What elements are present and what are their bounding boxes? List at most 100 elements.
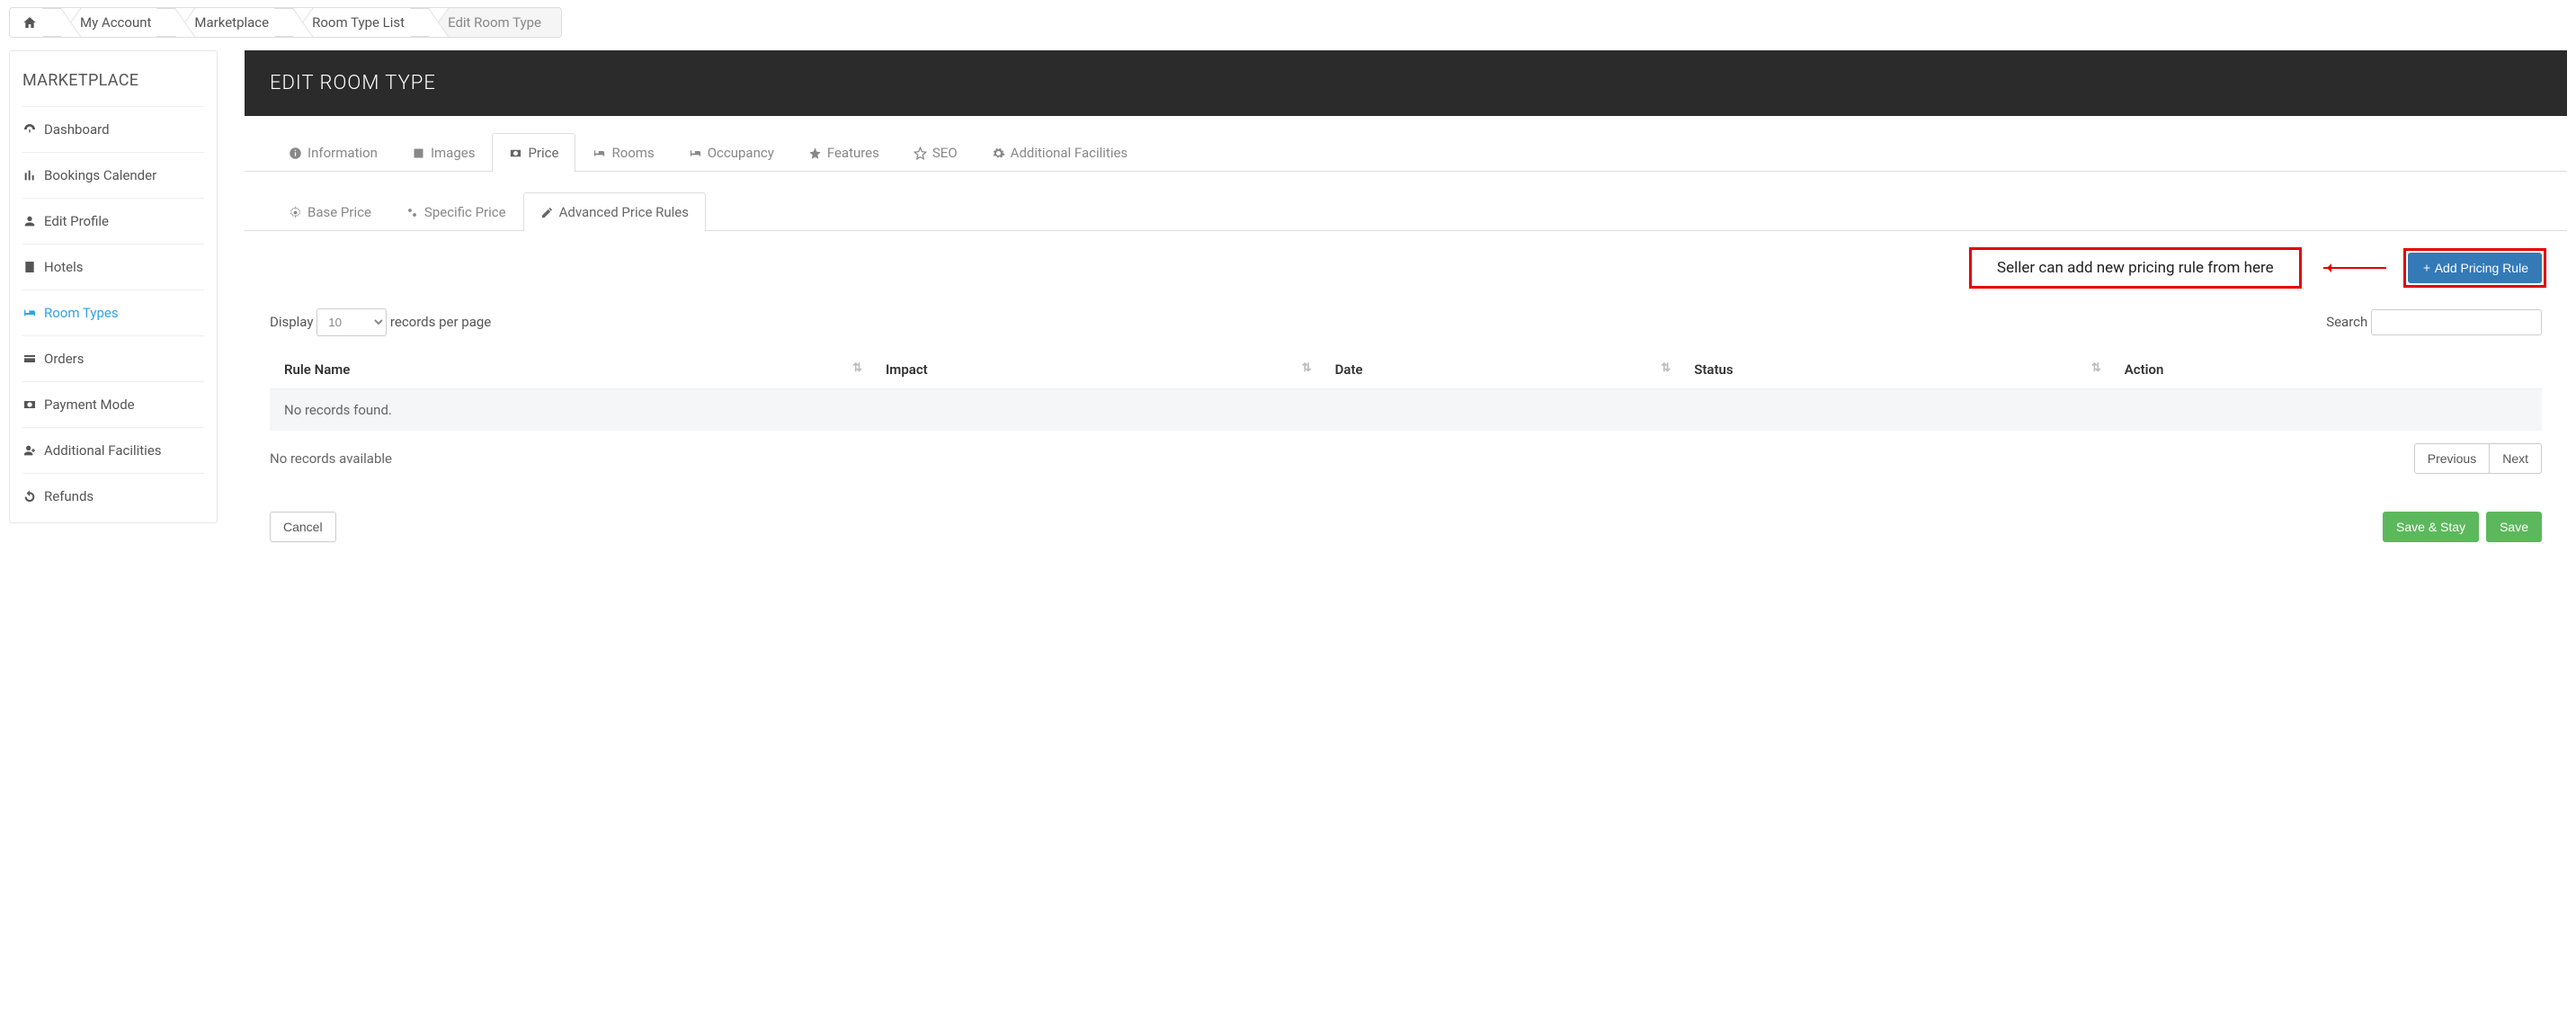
save-button[interactable]: Save xyxy=(2486,512,2542,542)
col-impact[interactable]: Impact xyxy=(871,351,1321,389)
sidebar-item-label: Edit Profile xyxy=(44,213,109,229)
sidebar-item-label: Bookings Calender xyxy=(44,167,156,183)
home-icon xyxy=(22,15,37,30)
annotation-callout: Seller can add new pricing rule from her… xyxy=(1969,247,2302,289)
col-rule-name[interactable]: Rule Name xyxy=(270,351,871,389)
search-input[interactable] xyxy=(2371,309,2542,335)
subtab-advanced-rules[interactable]: Advanced Price Rules xyxy=(523,192,706,231)
col-action: Action xyxy=(2110,351,2542,389)
tab-label: Price xyxy=(528,145,558,161)
sidebar-item-payment[interactable]: Payment Mode xyxy=(22,382,204,428)
tab-label: Features xyxy=(827,145,879,161)
tab-features[interactable]: Features xyxy=(791,133,896,172)
gear-icon xyxy=(992,147,1005,160)
money-icon xyxy=(22,397,37,412)
sidebar-item-room-types[interactable]: Room Types xyxy=(22,290,204,336)
tab-rooms[interactable]: Rooms xyxy=(575,133,671,172)
sidebar-item-label: Additional Facilities xyxy=(44,442,162,459)
gears-icon xyxy=(406,206,419,219)
col-date[interactable]: Date xyxy=(1321,351,1680,389)
sidebar-item-facilities[interactable]: Additional Facilities xyxy=(22,428,204,474)
search-label: Search xyxy=(2326,314,2367,330)
bed-icon xyxy=(593,147,606,160)
subtab-specific-price[interactable]: Specific Price xyxy=(388,192,523,231)
tab-label: Images xyxy=(431,145,476,161)
tab-additional-facilities[interactable]: Additional Facilities xyxy=(975,133,1145,172)
chart-icon xyxy=(22,168,37,183)
sidebar-item-bookings[interactable]: Bookings Calender xyxy=(22,153,204,199)
subtab-label: Advanced Price Rules xyxy=(559,204,689,220)
tab-label: Additional Facilities xyxy=(1011,145,1128,161)
user-icon xyxy=(22,214,37,228)
pagination: Previous Next xyxy=(2414,443,2542,474)
per-page-select[interactable]: 10 xyxy=(316,308,387,336)
sidebar-item-label: Refunds xyxy=(44,488,94,504)
tab-label: Rooms xyxy=(611,145,654,161)
sidebar-item-label: Room Types xyxy=(44,305,119,321)
breadcrumb-item[interactable]: Marketplace xyxy=(171,8,289,37)
subtab-label: Base Price xyxy=(308,204,371,220)
tab-label: Occupancy xyxy=(708,145,774,161)
sidebar-item-label: Payment Mode xyxy=(44,397,135,413)
building-icon xyxy=(22,260,37,274)
tab-images[interactable]: Images xyxy=(395,133,493,172)
display-label: Display xyxy=(270,314,313,330)
cancel-button[interactable]: Cancel xyxy=(270,512,336,542)
breadcrumb: My Account Marketplace Room Type List Ed… xyxy=(9,7,562,38)
table-empty-row: No records found. xyxy=(270,389,2542,432)
user-plus-icon xyxy=(22,443,37,458)
breadcrumb-home[interactable] xyxy=(10,8,57,37)
breadcrumb-current: Edit Room Type xyxy=(424,8,561,37)
sidebar-title: MARKETPLACE xyxy=(22,55,204,107)
card-icon xyxy=(22,352,37,366)
sidebar-item-orders[interactable]: Orders xyxy=(22,336,204,382)
money-icon xyxy=(509,147,522,160)
refresh-icon xyxy=(22,489,37,504)
gear-icon xyxy=(289,206,302,219)
sidebar-item-dashboard[interactable]: Dashboard xyxy=(22,107,204,153)
sidebar-item-hotels[interactable]: Hotels xyxy=(22,245,204,290)
bed-icon xyxy=(689,147,702,160)
prev-button[interactable]: Previous xyxy=(2414,443,2490,474)
display-label-post: records per page xyxy=(390,314,491,330)
sidebar-item-refunds[interactable]: Refunds xyxy=(22,474,204,519)
sidebar: MARKETPLACE Dashboard Bookings Calender … xyxy=(9,50,218,523)
annotation-arrow xyxy=(2323,267,2386,269)
bed-icon xyxy=(22,306,37,320)
tab-bar: Information Images Price Rooms Occupancy xyxy=(245,132,2567,172)
breadcrumb-item[interactable]: My Account xyxy=(57,8,171,37)
main-panel: EDIT ROOM TYPE Information Images Price xyxy=(245,50,2567,560)
dashboard-icon xyxy=(22,122,37,137)
sidebar-item-label: Orders xyxy=(44,351,85,367)
sidebar-item-label: Hotels xyxy=(44,259,84,275)
per-page-control: Display 10 records per page xyxy=(270,308,491,336)
tab-occupancy[interactable]: Occupancy xyxy=(672,133,791,172)
add-pricing-rule-button[interactable]: Add Pricing Rule xyxy=(2408,253,2542,283)
table-header-row: Rule Name Impact Date Status Action xyxy=(270,351,2542,389)
plus-icon xyxy=(2421,263,2432,273)
search-control: Search xyxy=(2326,309,2542,335)
button-label: Add Pricing Rule xyxy=(2435,261,2528,275)
save-stay-button[interactable]: Save & Stay xyxy=(2383,512,2479,542)
next-button[interactable]: Next xyxy=(2490,443,2542,474)
subtab-base-price[interactable]: Base Price xyxy=(272,192,388,231)
tab-information[interactable]: Information xyxy=(272,133,395,172)
page-title: EDIT ROOM TYPE xyxy=(245,50,2567,116)
image-icon xyxy=(412,147,425,160)
tab-label: SEO xyxy=(932,145,958,161)
tab-seo[interactable]: SEO xyxy=(896,133,975,172)
rules-table: Rule Name Impact Date Status Action No r… xyxy=(270,351,2542,431)
sidebar-item-profile[interactable]: Edit Profile xyxy=(22,199,204,245)
breadcrumb-item[interactable]: Room Type List xyxy=(289,8,424,37)
sidebar-item-label: Dashboard xyxy=(44,121,110,138)
subtab-label: Specific Price xyxy=(424,204,506,220)
col-status[interactable]: Status xyxy=(1680,351,2110,389)
tab-label: Information xyxy=(308,145,378,161)
pencil-icon xyxy=(540,206,554,219)
tab-price[interactable]: Price xyxy=(492,133,575,172)
subtab-bar: Base Price Specific Price Advanced Price… xyxy=(245,192,2567,231)
table-info: No records available xyxy=(270,450,392,467)
empty-message: No records found. xyxy=(270,389,2542,432)
info-icon xyxy=(289,147,302,160)
star-outline-icon xyxy=(914,147,927,160)
